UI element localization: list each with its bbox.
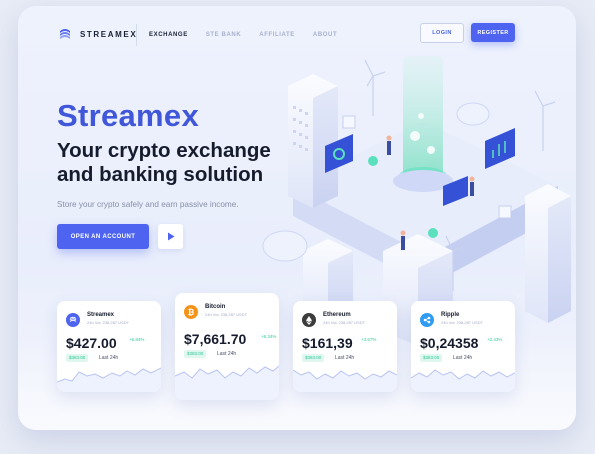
hero-description: Store your crypto safely and earn passiv… <box>57 200 239 209</box>
coin-change: +2.43% <box>487 337 503 342</box>
coin-price: $0,24358 <box>420 335 479 351</box>
register-button[interactable]: REGISTER <box>471 23 515 42</box>
ethereum-icon <box>302 313 316 327</box>
nav-item-affiliate[interactable]: AFFILIATE <box>259 32 295 38</box>
coin-price: $427.00 <box>66 335 117 351</box>
streamex-coin-icon <box>66 313 80 327</box>
nav-item-about[interactable]: ABOUT <box>313 32 337 38</box>
coin-name: Streamex <box>87 312 115 318</box>
sparkline-chart <box>411 369 515 392</box>
price-card-streamex[interactable]: Streamex 24h Vol: 238,287 USDT $427.00 +… <box>57 301 161 392</box>
nav-item-exchange[interactable]: EXCHANGE <box>149 32 188 38</box>
hero-title: Streamex <box>57 98 199 133</box>
header-divider <box>136 24 137 46</box>
coin-change: +6.34% <box>261 334 277 339</box>
login-button[interactable]: LOGIN <box>420 23 464 43</box>
coin-change: +3.67% <box>361 337 377 342</box>
price-card-bitcoin[interactable]: ₿ Bitcoin 24h Vol: 238,287 USDT $7,661.7… <box>175 293 279 400</box>
coin-name: Ripple <box>441 312 460 318</box>
play-icon <box>167 232 174 241</box>
coin-price: $7,661.70 <box>184 331 247 347</box>
ripple-icon <box>420 313 434 327</box>
coin-price: $161,39 <box>302 335 353 351</box>
coin-volume: 24h Vol: 238,287 USDT <box>441 320 484 325</box>
coin-volume: 24h Vol: 238,287 USDT <box>87 320 130 325</box>
open-account-button[interactable]: OPEN AN ACCOUNT <box>57 224 149 249</box>
play-video-button[interactable] <box>158 224 183 249</box>
coin-name: Ethereum <box>323 312 351 318</box>
main-nav: EXCHANGE STE BANK AFFILIATE ABOUT <box>149 32 337 38</box>
bitcoin-icon: ₿ <box>184 305 198 319</box>
nav-item-ste-bank[interactable]: STE BANK <box>206 32 241 38</box>
price-card-ripple[interactable]: Ripple 24h Vol: 238,287 USDT $0,24358 +2… <box>411 301 515 392</box>
sparkline-chart <box>175 365 279 400</box>
page-frame: STREAMEX EXCHANGE STE BANK AFFILIATE ABO… <box>18 6 576 430</box>
sparkline-chart <box>57 367 161 392</box>
price-card-ethereum[interactable]: Ethereum 24h Vol: 238,287 USDT $161,39 +… <box>293 301 397 392</box>
coin-change: +6.84% <box>129 337 145 342</box>
sparkline-chart <box>293 369 397 392</box>
coin-name: Bitcoin <box>205 304 226 310</box>
coin-volume: 24h Vol: 238,287 USDT <box>205 312 248 317</box>
brand-logo[interactable]: STREAMEX <box>58 27 137 41</box>
coin-volume: 24h Vol: 238,287 USDT <box>323 320 366 325</box>
brand-name: STREAMEX <box>80 29 138 39</box>
streamex-logo-icon <box>60 29 70 39</box>
